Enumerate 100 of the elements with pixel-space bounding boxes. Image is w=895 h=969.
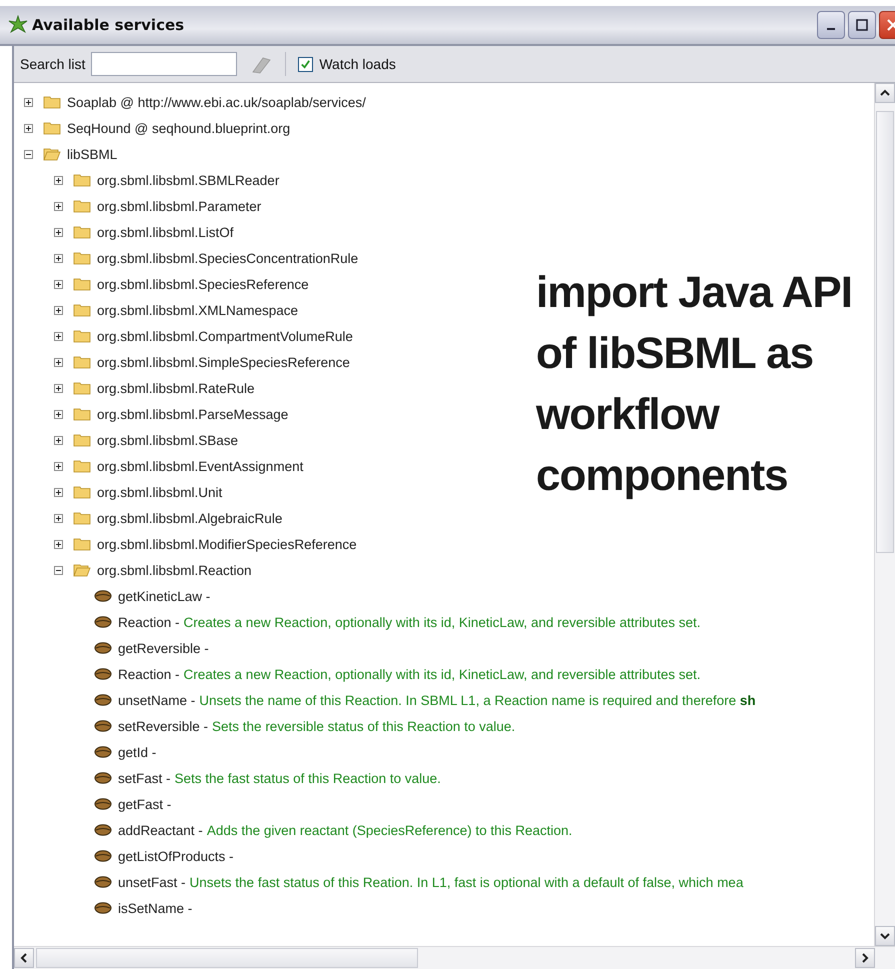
scroll-up-button[interactable]: [875, 83, 895, 103]
watch-loads-label: Watch loads: [319, 56, 396, 72]
scroll-thumb[interactable]: [36, 948, 418, 968]
method-item[interactable]: Reaction -: [118, 614, 180, 630]
tree-item[interactable]: org.sbml.libsbml.SpeciesReference: [97, 276, 309, 292]
tree-item[interactable]: org.sbml.libsbml.Unit: [97, 484, 222, 500]
bean-icon: [94, 642, 112, 654]
expander-icon[interactable]: [54, 358, 63, 366]
scroll-right-button[interactable]: [855, 948, 875, 968]
minimize-button[interactable]: [817, 11, 845, 39]
expander-icon[interactable]: [54, 306, 63, 314]
folder-icon: [73, 303, 91, 317]
expander-icon[interactable]: [54, 332, 63, 340]
tree-item[interactable]: org.sbml.libsbml.SBase: [97, 432, 238, 448]
folder-icon: [43, 121, 61, 135]
folder-icon: [43, 147, 61, 161]
search-field[interactable]: [91, 52, 238, 76]
expander-icon[interactable]: [54, 540, 63, 548]
folder-icon: [73, 173, 91, 187]
expander-icon[interactable]: [54, 436, 63, 444]
tree-item[interactable]: org.sbml.libsbml.Parameter: [97, 198, 262, 214]
expander-icon[interactable]: [54, 176, 63, 184]
tree-item[interactable]: org.sbml.libsbml.SimpleSpeciesReference: [97, 354, 350, 370]
method-item[interactable]: unsetFast -: [118, 874, 186, 890]
scroll-down-button[interactable]: [875, 926, 895, 946]
method-description: Sets the fast status of this Reaction to value.: [174, 770, 441, 786]
method-item[interactable]: isSetName -: [118, 900, 192, 916]
tree-item[interactable]: org.sbml.libsbml.CompartmentVolumeRule: [97, 328, 353, 344]
expander-icon[interactable]: [54, 410, 63, 418]
tree-item[interactable]: org.sbml.libsbml.ListOf: [97, 224, 234, 240]
method-description: Creates a new Reaction, optionally with its id, KineticLaw, and reversible attributes set.: [184, 614, 701, 630]
method-item[interactable]: setReversible -: [118, 718, 208, 734]
bean-icon: [94, 824, 112, 836]
expander-icon[interactable]: [24, 150, 33, 158]
folder-icon: [73, 459, 91, 473]
tree-item[interactable]: org.sbml.libsbml.XMLNamespace: [97, 302, 298, 318]
expander-icon[interactable]: [54, 462, 63, 470]
method-item[interactable]: getListOfProducts -: [118, 848, 234, 864]
star-icon: [8, 15, 28, 35]
expander-icon[interactable]: [54, 254, 63, 262]
window-title: Available services: [32, 16, 184, 34]
method-item[interactable]: getId -: [118, 744, 156, 760]
method-item[interactable]: setFast -: [118, 770, 171, 786]
tree-item[interactable]: org.sbml.libsbml.RateRule: [97, 380, 255, 396]
method-item[interactable]: addReactant -: [118, 822, 203, 838]
method-item[interactable]: getFast -: [118, 796, 172, 812]
method-item[interactable]: getKineticLaw -: [118, 588, 210, 604]
folder-icon: [73, 225, 91, 239]
method-item[interactable]: getReversible -: [118, 640, 209, 656]
folder-icon: [73, 563, 91, 577]
tree-item[interactable]: org.sbml.libsbml.SBMLReader: [97, 172, 280, 188]
expander-icon[interactable]: [54, 228, 63, 236]
scroll-thumb[interactable]: [876, 111, 894, 553]
bean-icon: [94, 668, 112, 680]
tree-item[interactable]: org.sbml.libsbml.AlgebraicRule: [97, 510, 282, 526]
watch-loads-checkbox[interactable]: [298, 56, 314, 72]
tree-item[interactable]: SeqHound @ seqhound.blueprint.org: [67, 120, 290, 136]
vertical-scrollbar[interactable]: [874, 83, 895, 946]
tree-item[interactable]: org.sbml.libsbml.SpeciesConcentrationRule: [97, 250, 358, 266]
expander-icon[interactable]: [54, 488, 63, 496]
expander-icon[interactable]: [24, 98, 33, 106]
minimize-icon: [827, 28, 835, 30]
expander-icon[interactable]: [54, 384, 63, 392]
bean-icon: [94, 746, 112, 758]
bean-icon: [94, 772, 112, 784]
expander-icon[interactable]: [24, 124, 33, 132]
method-item[interactable]: unsetName -: [118, 692, 196, 708]
folder-icon: [73, 199, 91, 213]
bean-icon: [94, 590, 112, 602]
bean-icon: [94, 720, 112, 732]
bean-icon: [94, 694, 112, 706]
folder-icon: [73, 511, 91, 525]
search-label: Search list: [20, 56, 86, 72]
tree-item[interactable]: Soaplab @ http://www.ebi.ac.uk/soaplab/services/: [67, 94, 366, 110]
scroll-left-button[interactable]: [14, 948, 34, 968]
tree-item[interactable]: org.sbml.libsbml.ModifierSpeciesReference: [97, 536, 357, 552]
bean-icon: [94, 876, 112, 888]
folder-icon: [43, 95, 61, 109]
horizontal-scrollbar[interactable]: [14, 946, 895, 969]
tree-item[interactable]: libSBML: [67, 146, 118, 162]
method-item[interactable]: Reaction -: [118, 666, 180, 682]
maximize-button[interactable]: [848, 11, 876, 39]
tree-item[interactable]: org.sbml.libsbml.EventAssignment: [97, 458, 304, 474]
method-description: Creates a new Reaction, optionally with its id, KineticLaw, and reversible attributes set.: [184, 666, 701, 682]
tree-item[interactable]: org.sbml.libsbml.Reaction: [97, 562, 252, 578]
method-description: Unsets the fast status of this Reation. In L1, fast is optional with a default of false, which mea: [190, 874, 744, 890]
expander-icon[interactable]: [54, 514, 63, 522]
bean-icon: [94, 850, 112, 862]
expander-icon[interactable]: [54, 280, 63, 288]
folder-icon: [73, 485, 91, 499]
maximize-icon: [856, 19, 868, 31]
method-description: Adds the given reactant (SpeciesReference) to this Reaction.: [206, 822, 572, 838]
expander-icon[interactable]: [54, 202, 63, 210]
bean-icon: [94, 902, 112, 914]
tree-item[interactable]: org.sbml.libsbml.ParseMessage: [97, 406, 288, 422]
method-description: Unsets the name of this Reaction. In SBML L1, a Reaction name is required and therefore sh: [199, 692, 756, 708]
bean-icon: [94, 798, 112, 810]
expander-icon[interactable]: [54, 566, 63, 574]
folder-icon: [73, 407, 91, 421]
folder-icon: [73, 537, 91, 551]
